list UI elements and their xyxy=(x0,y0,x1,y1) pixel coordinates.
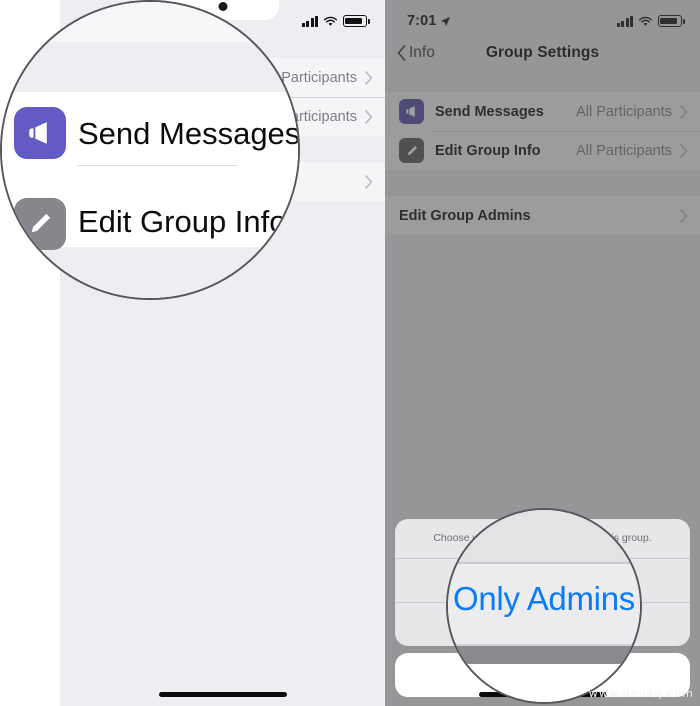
wifi-icon xyxy=(638,16,653,26)
right-settings-list-2: Edit Group Admins xyxy=(385,196,700,235)
chevron-right-icon xyxy=(680,143,688,158)
chevron-right-icon xyxy=(365,109,373,124)
chevron-right-icon xyxy=(680,104,688,119)
pencil-icon xyxy=(14,198,66,250)
magnifier-row-divider xyxy=(77,165,237,167)
right-row-label: Send Messages xyxy=(435,103,544,120)
right-nav-bar: Info Group Settings xyxy=(385,36,700,70)
right-row-value: All Participants xyxy=(576,103,672,120)
signal-bars-icon xyxy=(616,15,633,27)
right-row-send-messages[interactable]: Send Messages All Participants xyxy=(385,92,700,131)
right-settings-list: Send Messages All Participants Edit Grou… xyxy=(385,92,700,170)
left-home-indicator xyxy=(158,692,287,697)
magnifier-dim-band xyxy=(448,646,640,664)
status-time-text: 7:01 xyxy=(407,13,437,29)
wifi-icon xyxy=(323,16,338,26)
right-spacer-top xyxy=(385,70,700,92)
right-row-value: All Participants xyxy=(576,142,672,159)
right-row-edit-group-info[interactable]: Edit Group Info All Participants xyxy=(385,131,700,170)
right-magnifier-callout: Only Admins xyxy=(446,508,642,704)
magnifier-gray-band xyxy=(2,42,298,92)
location-arrow-icon xyxy=(441,16,451,26)
magnifier-sheet-divider xyxy=(448,562,640,564)
screenshot-root: Send Messages All Participants Edit Grou… xyxy=(0,0,700,706)
magnifier-item2-label: Edit Group Info xyxy=(78,204,287,239)
megaphone-icon xyxy=(399,99,424,124)
right-row-edit-group-admins[interactable]: Edit Group Admins xyxy=(385,196,700,235)
right-section-gap xyxy=(385,170,700,196)
magnifier-item1-label: Send Messages xyxy=(78,116,300,151)
battery-icon xyxy=(658,15,685,27)
megaphone-icon xyxy=(14,107,66,159)
left-magnifier-callout: Send Messages Edit Group Info xyxy=(0,0,300,300)
right-status-time: 7:01 xyxy=(407,13,451,29)
chevron-right-icon xyxy=(680,208,688,223)
magnifier-selected-option: Only Admins xyxy=(453,580,635,617)
right-status-icons xyxy=(616,15,685,27)
magnifier-content: Only Admins xyxy=(448,510,640,702)
magnifier-sheet-top xyxy=(448,510,640,562)
right-row-label: Edit Group Info xyxy=(435,142,541,159)
left-status-icons xyxy=(301,15,370,27)
page-title: Group Settings xyxy=(485,44,600,61)
battery-icon xyxy=(343,15,370,27)
magnifier-content: Send Messages Edit Group Info xyxy=(2,2,300,298)
chevron-right-icon xyxy=(365,174,373,189)
chevron-right-icon xyxy=(365,70,373,85)
watermark: www.deuaq.com xyxy=(588,687,694,700)
magnifier-bottom-gray xyxy=(2,247,298,298)
right-row-label: Edit Group Admins xyxy=(399,207,531,224)
pencil-icon xyxy=(399,138,424,163)
right-status-bar: 7:01 xyxy=(385,0,700,36)
magnifier-statusbar-band xyxy=(2,2,298,42)
signal-bars-icon xyxy=(301,15,318,27)
